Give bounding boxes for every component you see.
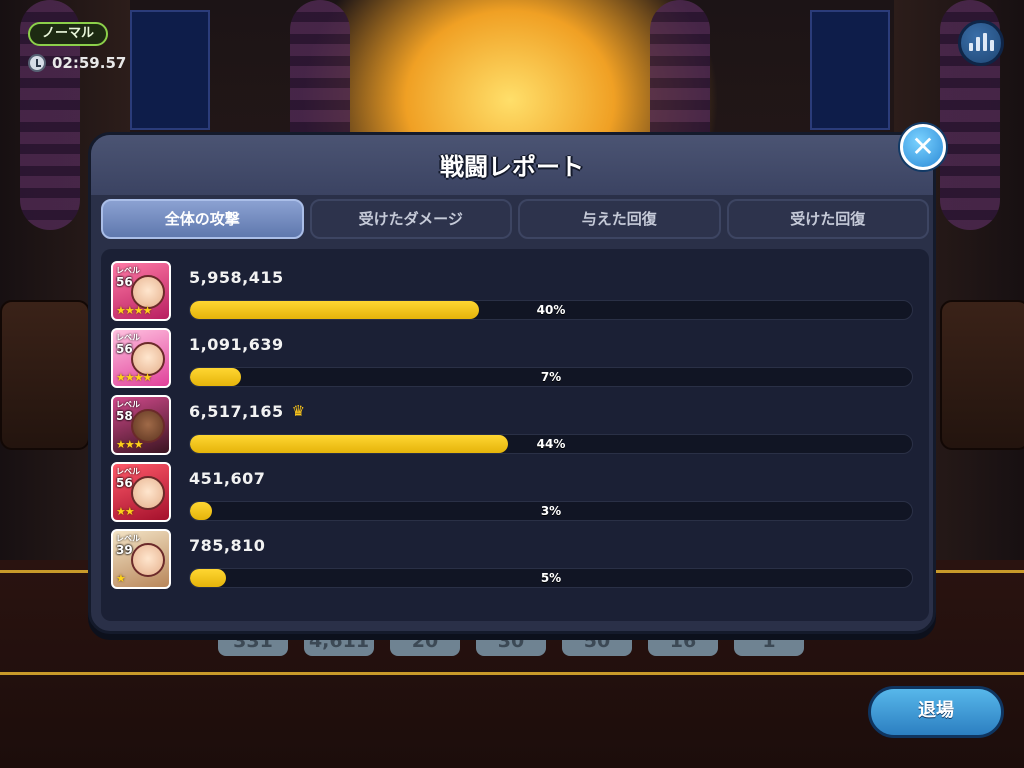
cookie-avatar[interactable]: レベル 56 ★★★★ bbox=[111, 261, 171, 321]
report-list: レベル 56 ★★★★ 5,958,415 40% レベル 56 ★★★★ 1,… bbox=[101, 249, 929, 621]
tab-healing-given[interactable]: 与えた回復 bbox=[518, 199, 721, 239]
report-tabs: 全体の攻撃 受けたダメージ 与えた回復 受けた回復 bbox=[101, 199, 929, 241]
cookie-avatar[interactable]: レベル 56 ★★★★ bbox=[111, 328, 171, 388]
clock-icon bbox=[28, 54, 46, 72]
list-item: レベル 39 ★ 785,810 5% bbox=[111, 529, 915, 596]
exit-button[interactable]: 退場 bbox=[868, 686, 1004, 738]
list-item: レベル 56 ★★★★ 5,958,415 40% bbox=[111, 261, 915, 328]
damage-share-bar: 7% bbox=[189, 367, 913, 387]
damage-score: 785,810 bbox=[189, 535, 266, 555]
damage-share-label: 7% bbox=[540, 370, 562, 384]
star-rating: ★★★ bbox=[116, 438, 144, 451]
timer-value: 02:59.57 bbox=[52, 54, 127, 72]
tab-damage-taken[interactable]: 受けたダメージ bbox=[309, 199, 512, 239]
close-icon[interactable]: ✕ bbox=[900, 124, 946, 170]
damage-share-label: 44% bbox=[536, 437, 566, 451]
battle-report-dialog: 戦闘レポート 全体の攻撃 受けたダメージ 与えた回復 受けた回復 レベル 56 … bbox=[88, 132, 936, 634]
bar-chart-icon[interactable] bbox=[958, 20, 1004, 66]
damage-share-label: 40% bbox=[536, 303, 566, 317]
level-value: 58 bbox=[116, 409, 133, 423]
cookie-portrait bbox=[131, 476, 165, 510]
damage-score: 5,958,415 bbox=[189, 267, 284, 287]
level-value: 56 bbox=[116, 275, 133, 289]
barrel bbox=[0, 300, 90, 450]
banner-left bbox=[130, 10, 210, 130]
list-item: レベル 56 ★★ 451,607 3% bbox=[111, 462, 915, 529]
level-value: 56 bbox=[116, 342, 133, 356]
barrel bbox=[940, 300, 1024, 450]
damage-share-label: 5% bbox=[540, 571, 562, 585]
level-value: 56 bbox=[116, 476, 133, 490]
damage-share-bar: 3% bbox=[189, 501, 913, 521]
dialog-title: 戦闘レポート bbox=[440, 153, 584, 181]
tab-healing-received[interactable]: 受けた回復 bbox=[726, 199, 929, 239]
damage-share-bar: 40% bbox=[189, 300, 913, 320]
cookie-avatar[interactable]: レベル 56 ★★ bbox=[111, 462, 171, 522]
damage-share-label: 3% bbox=[540, 504, 562, 518]
damage-score: 6,517,165 bbox=[189, 401, 284, 421]
cookie-avatar[interactable]: レベル 58 ★★★ bbox=[111, 395, 171, 455]
star-rating: ★ bbox=[116, 572, 126, 585]
battle-timer: 02:59.57 bbox=[28, 52, 126, 74]
star-rating: ★★★★ bbox=[116, 371, 152, 384]
star-rating: ★★ bbox=[116, 505, 135, 518]
dialog-header: 戦闘レポート bbox=[91, 135, 933, 195]
tab-total-attack[interactable]: 全体の攻撃 bbox=[101, 199, 304, 239]
cookie-portrait bbox=[131, 543, 165, 577]
list-item: レベル 56 ★★★★ 1,091,639 7% bbox=[111, 328, 915, 395]
difficulty-badge: ノーマル bbox=[28, 22, 108, 46]
damage-share-bar: 5% bbox=[189, 568, 913, 588]
damage-score: 1,091,639 bbox=[189, 334, 284, 354]
level-value: 39 bbox=[116, 543, 133, 557]
damage-share-bar: 44% bbox=[189, 434, 913, 454]
damage-score: 451,607 bbox=[189, 468, 266, 488]
star-rating: ★★★★ bbox=[116, 304, 152, 317]
cookie-avatar[interactable]: レベル 39 ★ bbox=[111, 529, 171, 589]
stage-rail bbox=[0, 672, 1024, 675]
list-item: レベル 58 ★★★ 6,517,165 ♛ 44% bbox=[111, 395, 915, 462]
crown-icon: ♛ bbox=[291, 402, 306, 420]
banner-right bbox=[810, 10, 890, 130]
